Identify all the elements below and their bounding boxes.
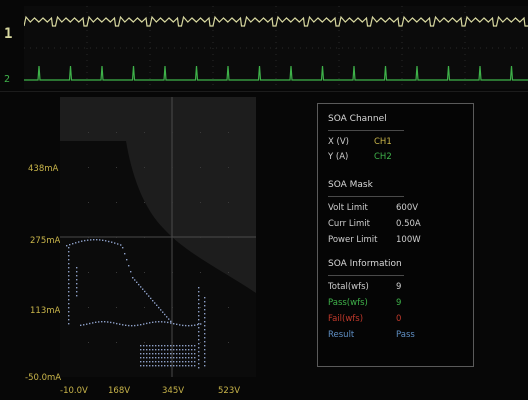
volt-limit-label: Volt Limit [328,203,368,213]
fail-waveforms-label: Fail(wfs) [328,314,364,324]
soa-plot[interactable] [60,97,256,377]
total-waveforms-value: 9 [396,282,402,292]
y-axis-tick-label: 113mA [30,306,61,316]
power-limit-value[interactable]: 100W [396,235,421,245]
section-divider [328,130,404,131]
y-channel-value[interactable]: CH2 [374,152,392,162]
oscilloscope-screen: 1 2 438mA 275mA 113mA -50.0mA -10.0V 168… [0,0,528,400]
fail-waveforms-value: 0 [396,314,402,324]
x-axis-tick-label: -10.0V [60,386,88,396]
waveform-display [23,6,528,89]
curr-limit-label: Curr Limit [328,219,370,229]
pass-waveforms-label: Pass(wfs) [328,298,368,308]
soa-information-title: SOA Information [328,259,402,269]
curr-limit-value[interactable]: 0.50A [396,219,421,229]
section-divider [328,196,404,197]
channel-2-marker[interactable]: 2 [4,74,10,85]
result-label: Result [328,330,355,340]
channel-1-label: 1 [4,26,13,42]
y-channel-label: Y (A) [328,152,349,162]
channel-1-marker[interactable]: 1 [4,26,12,42]
power-limit-label: Power Limit [328,235,378,245]
waveform-trace-graphic [23,6,528,89]
x-channel-label: X (V) [328,137,349,147]
soa-info-panel: SOA Channel X (V) CH1 Y (A) CH2 SOA Mask… [317,103,474,367]
channel-2-label: 2 [4,74,11,85]
y-axis-tick-label: -50.0mA [25,373,62,383]
total-waveforms-label: Total(wfs) [328,282,369,292]
y-axis-tick-label: 275mA [30,236,61,246]
waveform-divider [0,91,528,92]
pass-waveforms-value: 9 [396,298,402,308]
x-channel-value[interactable]: CH1 [374,137,392,147]
result-value: Pass [396,330,415,340]
soa-channel-title: SOA Channel [328,114,387,124]
x-axis-tick-label: 168V [108,386,131,396]
volt-limit-value[interactable]: 600V [396,203,418,213]
x-axis-tick-label: 523V [218,386,241,396]
section-divider [328,275,404,276]
y-axis-tick-label: 438mA [28,164,59,174]
soa-plot-graphic [60,97,256,377]
x-axis-tick-label: 345V [162,386,185,396]
soa-mask-title: SOA Mask [328,180,373,190]
